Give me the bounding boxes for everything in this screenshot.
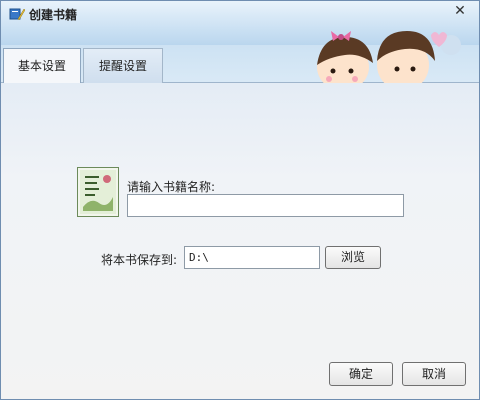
tab-basic-settings[interactable]: 基本设置	[3, 48, 81, 84]
book-pen-icon	[9, 8, 25, 21]
tab-reminder-settings[interactable]: 提醒设置	[83, 48, 163, 83]
cancel-button[interactable]: 取消	[402, 362, 466, 386]
save-path-input[interactable]: D:\	[184, 246, 320, 269]
ok-button[interactable]: 确定	[329, 362, 393, 386]
book-name-input[interactable]	[127, 194, 404, 217]
browse-button[interactable]: 浏览	[325, 246, 381, 269]
content-panel	[1, 83, 479, 399]
create-book-dialog: 创建书籍 ✕ 基本设置 提醒设置 请输入书籍名称: 将本书保存到: D:\ 浏览…	[0, 0, 480, 400]
book-name-label: 请输入书籍名称:	[127, 180, 216, 194]
window-title: 创建书籍	[29, 8, 78, 22]
book-cover-icon	[77, 167, 119, 217]
save-path-label: 将本书保存到:	[101, 253, 178, 267]
